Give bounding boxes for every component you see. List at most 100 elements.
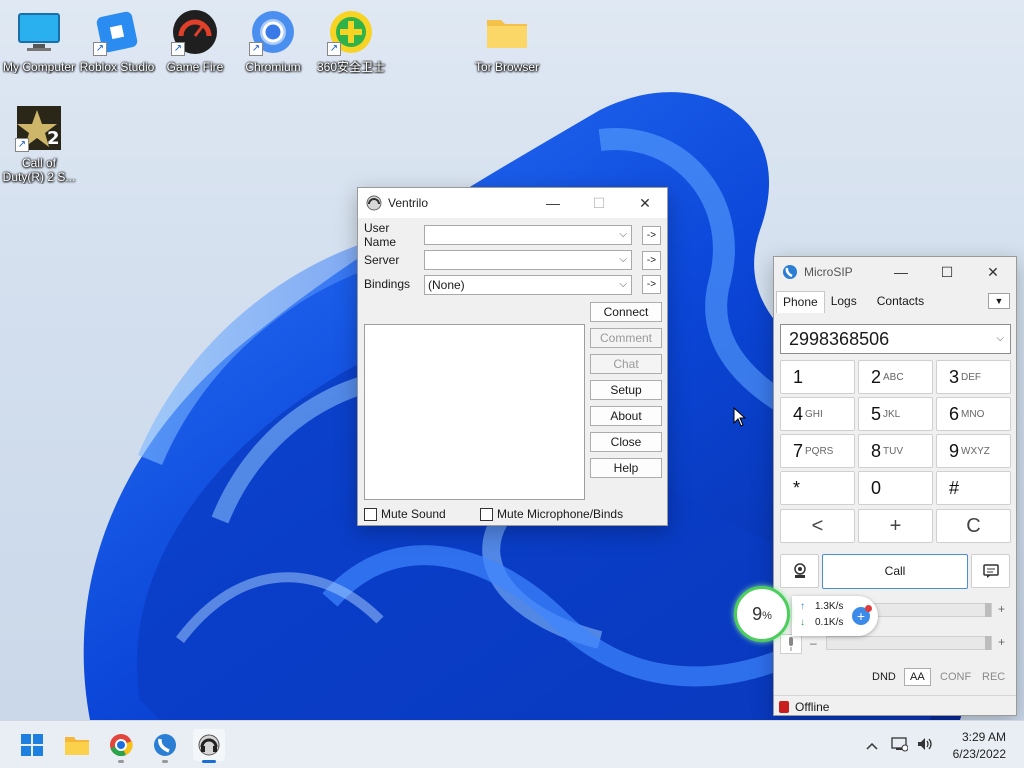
minimize-button[interactable]: — — [530, 188, 576, 218]
key-2[interactable]: 2 ABC — [858, 360, 933, 394]
key-star[interactable]: * — [780, 471, 855, 505]
key-7[interactable]: 7 PQRS — [780, 434, 855, 468]
user-name-combo[interactable]: ⌵ — [424, 225, 632, 245]
taskbar-file-explorer[interactable] — [61, 729, 93, 761]
connect-button[interactable]: Connect — [590, 302, 662, 322]
desktop-icon-my-computer[interactable]: My Computer — [0, 8, 78, 74]
network-meter-widget[interactable]: ↑ 1.3K/s ↓ 0.1K/s + 9% — [732, 584, 882, 644]
taskbar-microsip[interactable] — [149, 729, 181, 763]
slider-thumb[interactable] — [985, 603, 991, 617]
about-button[interactable]: About — [590, 406, 662, 426]
key-5[interactable]: 5 JKL — [858, 397, 933, 431]
message-button[interactable] — [971, 554, 1010, 588]
download-speed-line: ↓ 0.1K/s — [800, 617, 843, 628]
tab-logs[interactable]: Logs — [825, 291, 863, 313]
key-1[interactable]: 1 — [780, 360, 855, 394]
maximize-button: ☐ — [592, 194, 606, 211]
shortcut-arrow-icon: ↗ — [249, 42, 263, 56]
key-0[interactable]: 0 — [858, 471, 933, 505]
mute-sound-checkbox[interactable]: Mute Sound — [364, 507, 446, 521]
desktop-icon-label: Tor Browser — [474, 60, 539, 74]
running-indicator — [162, 760, 168, 763]
backspace-button[interactable]: < — [780, 509, 855, 543]
key-hash[interactable]: # — [936, 471, 1011, 505]
status-bar: Offline — [774, 695, 1016, 717]
slider-thumb[interactable] — [985, 636, 991, 650]
upload-speed: 1.3K/s — [815, 601, 844, 612]
desktop-icon-360[interactable]: ↗ 360安全卫士 — [312, 8, 390, 74]
mouse-cursor-icon — [733, 407, 747, 427]
key-digit: 0 — [871, 477, 882, 498]
setup-button[interactable]: Setup — [590, 380, 662, 400]
bindings-edit-button[interactable]: -> — [642, 275, 661, 294]
taskbar-ventrilo[interactable] — [193, 729, 225, 763]
mic-volume-plus[interactable]: + — [998, 635, 1005, 649]
key-letters: PQRS — [805, 445, 834, 457]
volume-icon[interactable] — [916, 736, 934, 755]
minimize-button[interactable]: — — [878, 257, 924, 287]
taskbar-clock[interactable]: 3:29 AM 6/23/2022 — [953, 729, 1006, 763]
window-title: MicroSIP — [804, 265, 853, 279]
download-speed: 0.1K/s — [815, 617, 844, 628]
upload-speed-line: ↑ 1.3K/s — [800, 601, 843, 612]
channel-list[interactable] — [364, 324, 585, 500]
chevron-up-icon[interactable] — [866, 737, 878, 753]
key-letters: JKL — [883, 408, 901, 420]
dial-number-value: 2998368506 — [789, 329, 890, 349]
key-letters: ABC — [883, 371, 904, 383]
running-indicator — [118, 760, 124, 763]
key-4[interactable]: 4 GHI — [780, 397, 855, 431]
key-digit: # — [949, 477, 960, 498]
start-button[interactable] — [16, 729, 48, 761]
record-button[interactable]: REC — [976, 668, 1011, 686]
monitor-icon — [15, 8, 63, 56]
memory-usage-ring[interactable]: 9% — [734, 586, 790, 642]
server-combo[interactable]: ⌵ — [424, 250, 632, 270]
bindings-combo[interactable]: (None) ⌵ — [424, 275, 632, 295]
network-icon[interactable] — [890, 736, 909, 755]
speedup-plus-icon[interactable]: + — [852, 605, 872, 625]
close-window-button[interactable]: ✕ — [970, 257, 1016, 287]
key-digit: 8 — [871, 440, 882, 461]
mute-microphone-checkbox[interactable]: Mute Microphone/Binds — [480, 507, 623, 521]
desktop-icon-label: Chromium — [245, 60, 301, 74]
close-button[interactable]: Close — [590, 432, 662, 452]
backspace-label: < — [811, 514, 824, 537]
desktop-icon-tor-browser[interactable]: Tor Browser — [468, 8, 546, 74]
microsip-titlebar[interactable]: MicroSIP — ☐ ✕ — [774, 257, 1016, 287]
conference-button[interactable]: CONF — [934, 668, 977, 686]
desktop-icon-roblox-studio[interactable]: ↗ Roblox Studio — [78, 8, 156, 74]
mute-microphone-label: Mute Microphone/Binds — [497, 507, 624, 521]
maximize-button[interactable]: ☐ — [924, 257, 970, 287]
key-6[interactable]: 6 MNO — [936, 397, 1011, 431]
user-name-edit-button[interactable]: -> — [642, 226, 661, 245]
video-call-button[interactable] — [780, 554, 819, 588]
key-3[interactable]: 3 DEF — [936, 360, 1011, 394]
user-name-row: User Name — [364, 221, 424, 249]
key-9[interactable]: 9 WXYZ — [936, 434, 1011, 468]
tab-contacts[interactable]: Contacts — [871, 291, 930, 313]
chevron-down-icon: ⌵ — [619, 279, 627, 290]
ventrilo-titlebar[interactable]: Ventrilo — ☐ ✕ — [358, 188, 667, 218]
dnd-button[interactable]: DND — [866, 668, 902, 686]
key-digit: 5 — [871, 403, 882, 424]
svg-text:2: 2 — [47, 128, 60, 149]
server-edit-button[interactable]: -> — [642, 251, 661, 270]
key-digit: 7 — [793, 440, 804, 461]
key-letters: GHI — [805, 408, 823, 420]
clear-button[interactable]: C — [936, 509, 1011, 543]
desktop-icon-call-of-duty[interactable]: 2 ↗ Call of Duty(R) 2 S... — [0, 104, 78, 184]
dial-number-input[interactable]: 2998368506 ⌵ — [780, 324, 1011, 354]
running-indicator — [202, 760, 216, 763]
plus-button[interactable]: + — [858, 509, 933, 543]
desktop-icon-game-fire[interactable]: ↗ Game Fire — [156, 8, 234, 74]
key-8[interactable]: 8 TUV — [858, 434, 933, 468]
menu-dropdown-button[interactable]: ▼ — [988, 293, 1010, 309]
taskbar-chrome[interactable] — [105, 729, 137, 763]
auto-answer-button[interactable]: AA — [904, 668, 931, 686]
desktop-icon-chromium[interactable]: ↗ Chromium — [234, 8, 312, 74]
speaker-volume-plus[interactable]: + — [998, 602, 1005, 616]
close-window-button[interactable]: ✕ — [622, 188, 668, 218]
tab-phone[interactable]: Phone — [776, 291, 825, 313]
help-button[interactable]: Help — [590, 458, 662, 478]
